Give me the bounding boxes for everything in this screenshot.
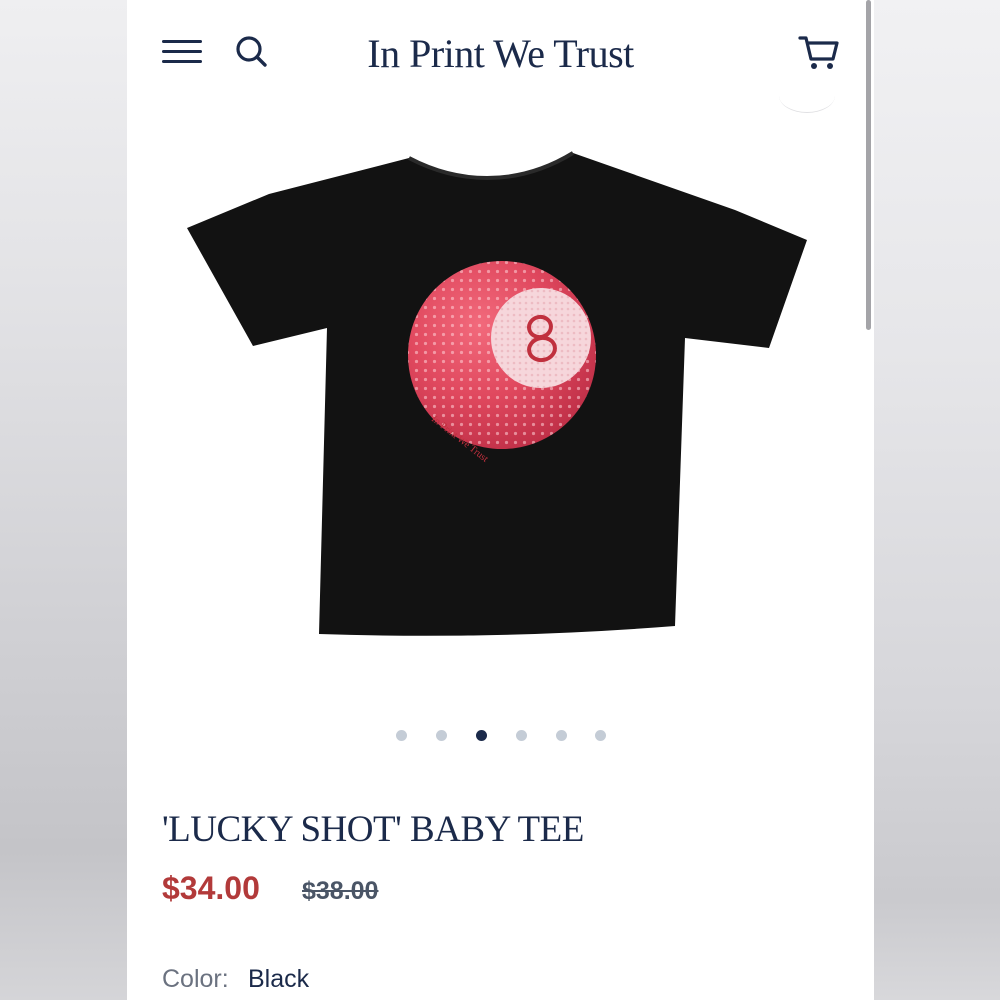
cart-icon[interactable] (797, 33, 843, 73)
background-left (0, 0, 127, 1000)
gallery-pagination (127, 727, 874, 743)
sale-price: $34.00 (162, 870, 260, 906)
site-header: In Print We Trust (127, 0, 874, 113)
gallery-dot-2[interactable] (436, 730, 447, 741)
brand-logo[interactable]: In Print We Trust (127, 30, 874, 77)
gallery-dot-5[interactable] (556, 730, 567, 741)
product-image[interactable]: In Print We Trust (187, 150, 807, 645)
background-right (874, 0, 1000, 1000)
gallery-dot-1[interactable] (396, 730, 407, 741)
color-label: Color: (162, 965, 229, 993)
gallery-dot-3[interactable] (476, 730, 487, 741)
compare-at-price: $38.00 (302, 877, 379, 905)
gallery-dot-4[interactable] (516, 730, 527, 741)
decorative-curve (779, 78, 835, 113)
phone-screen: In Print We Trust In Print We Trust 'LUC… (127, 0, 874, 1000)
color-value[interactable]: Black (248, 965, 309, 994)
product-title: 'LUCKY SHOT' BABY TEE (162, 809, 584, 850)
gallery-dot-6[interactable] (595, 730, 606, 741)
